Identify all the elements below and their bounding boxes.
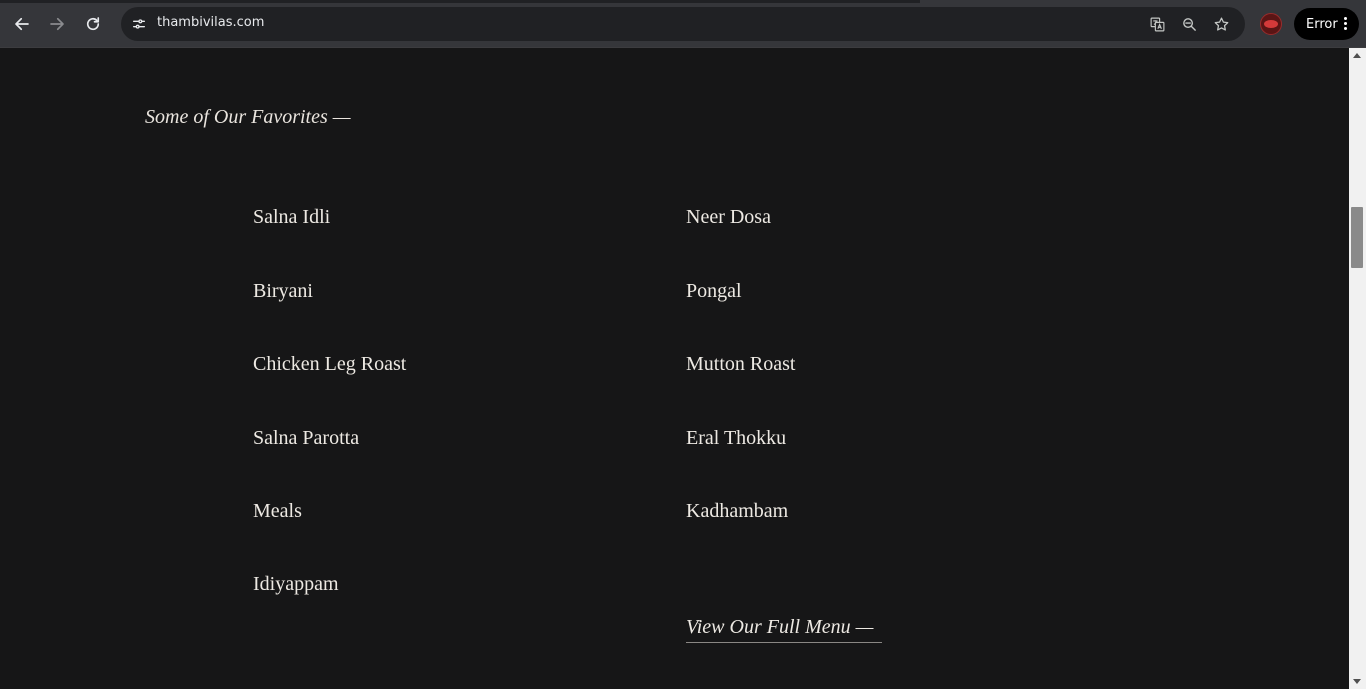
page-content: Some of Our Favorites — Salna Idli Birya…	[0, 48, 1349, 689]
url-text[interactable]: thambivilas.com	[157, 15, 264, 30]
tab-strip	[0, 0, 920, 3]
scroll-up-icon[interactable]	[1353, 53, 1361, 58]
site-info-icon	[133, 19, 145, 29]
translate-icon	[1150, 17, 1164, 31]
star-icon	[1214, 16, 1228, 31]
menu-item: Idiyappam	[253, 573, 339, 595]
profile-avatar[interactable]	[1260, 13, 1282, 35]
menu-item: Mutton Roast	[686, 353, 796, 375]
scroll-thumb[interactable]	[1351, 207, 1363, 268]
address-bar[interactable]: thambivilas.com	[121, 7, 1245, 41]
zoom-icon	[1182, 17, 1196, 31]
scroll-down-icon[interactable]	[1353, 679, 1361, 684]
kebab-menu-icon	[1344, 17, 1348, 31]
error-label: Error	[1306, 16, 1338, 32]
vertical-scrollbar[interactable]	[1349, 48, 1366, 689]
forward-button[interactable]	[45, 12, 69, 36]
section-heading: Some of Our Favorites —	[145, 106, 351, 128]
menu-item: Eral Thokku	[686, 427, 787, 449]
menu-item: Neer Dosa	[686, 206, 771, 228]
menu-item: Chicken Leg Roast	[253, 353, 407, 375]
menu-item: Salna Idli	[253, 206, 331, 228]
back-button[interactable]	[10, 12, 34, 36]
bookmark-button[interactable]	[1209, 12, 1233, 36]
menu-item: Kadhambam	[686, 500, 789, 522]
menu-item: Pongal	[686, 280, 742, 302]
reload-button[interactable]	[81, 12, 105, 36]
translate-button[interactable]	[1145, 12, 1169, 36]
menu-item: Salna Parotta	[253, 427, 360, 449]
back-arrow-icon	[15, 17, 29, 31]
view-full-menu-link[interactable]: View Our Full Menu —	[686, 616, 882, 643]
error-menu-button[interactable]: Error	[1294, 8, 1359, 40]
reload-icon	[86, 17, 100, 31]
forward-arrow-icon	[50, 17, 64, 31]
menu-item: Meals	[253, 500, 302, 522]
site-info-button[interactable]	[127, 12, 151, 36]
zoom-button[interactable]	[1177, 12, 1201, 36]
browser-toolbar: thambivilas.com Error	[0, 0, 1366, 48]
menu-item: Biryani	[253, 280, 313, 302]
